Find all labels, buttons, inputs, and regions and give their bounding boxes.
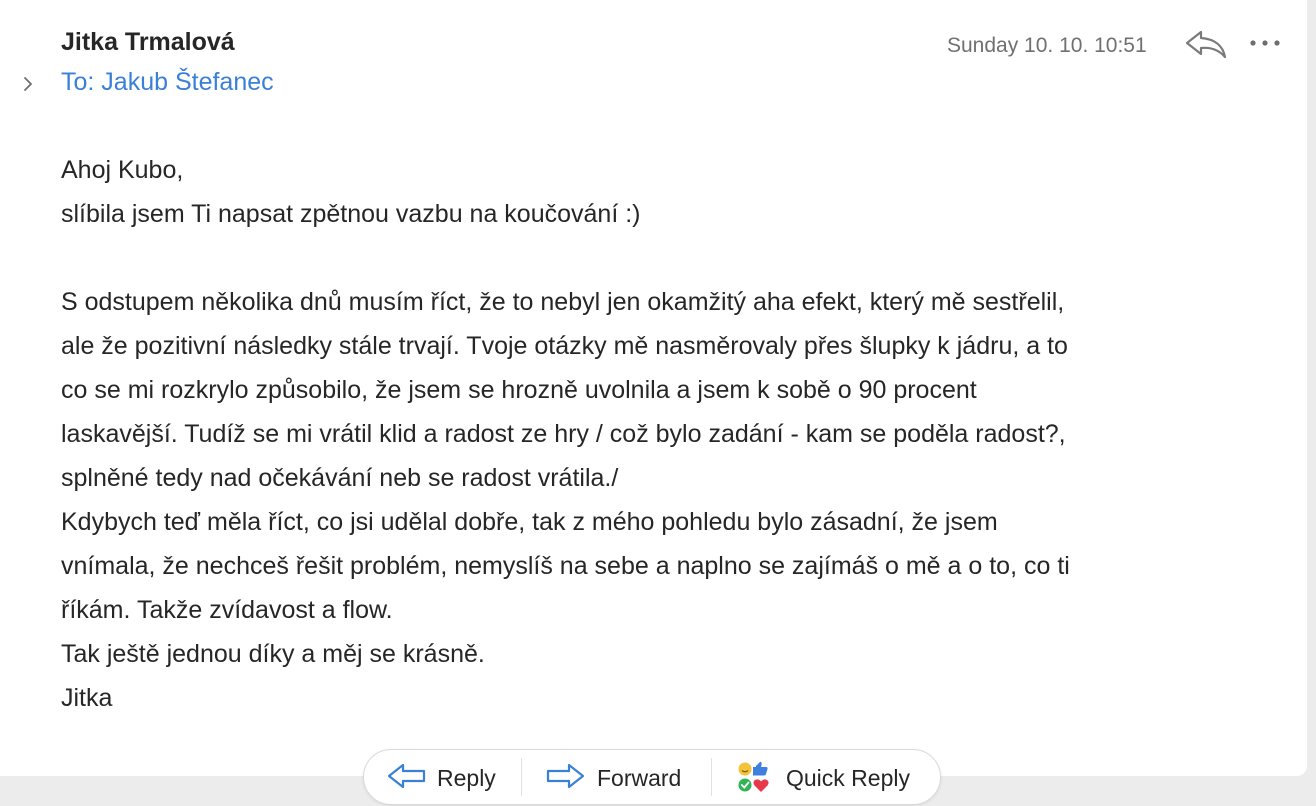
- chevron-right-icon[interactable]: [21, 74, 35, 94]
- body-blank-line: [61, 236, 1261, 280]
- body-line: vnímala, že nechceš řešit problém, nemys…: [61, 552, 1070, 580]
- body-line: říkám. Takže zvídavost a flow.: [61, 596, 393, 624]
- body-line: laskavější. Tudíž se mi vrátil klid a ra…: [61, 420, 1066, 448]
- quick-reply-label: Quick Reply: [786, 765, 910, 791]
- recipient-line[interactable]: To: Jakub Štefanec: [61, 68, 274, 97]
- emoji-reactions-icon: [738, 761, 769, 792]
- message-date: Sunday 10. 10. 10:51: [947, 34, 1147, 57]
- body-signature: Jitka: [61, 684, 113, 712]
- body-line: co se mi rozkrylo způsobilo, že jsem se …: [61, 376, 977, 404]
- body-line: ale že pozitivní následky stále trvají. …: [61, 332, 1068, 360]
- forward-arrow-icon: [546, 763, 585, 789]
- body-line: splněné tedy nad očekávání neb se radost…: [61, 464, 619, 492]
- message-body: Ahoj Kubo, slíbila jsem Ti napsat zpětno…: [61, 148, 1261, 720]
- quick-reply-button[interactable]: Quick Reply: [712, 750, 940, 804]
- ellipsis-icon[interactable]: [1245, 30, 1285, 56]
- body-line: Tak ještě jednou díky a měj se krásně.: [61, 640, 485, 668]
- reply-label: Reply: [437, 765, 496, 791]
- sender-name[interactable]: Jitka Trmalová: [61, 28, 235, 57]
- message-card: Jitka Trmalová To: Jakub Štefanec Sunday…: [0, 0, 1307, 776]
- body-greeting: Ahoj Kubo,: [61, 156, 184, 184]
- body-line: Kdybych teď měla říct, co jsi udělal dob…: [61, 508, 998, 536]
- body-intro: slíbila jsem Ti napsat zpětnou vazbu na …: [61, 200, 641, 228]
- body-line: S odstupem několika dnů musím říct, že t…: [61, 288, 1065, 316]
- message-action-bar: Reply Forward Quick Reply: [363, 749, 941, 805]
- reply-arrow-icon: [387, 763, 426, 789]
- forward-button[interactable]: Forward: [522, 750, 710, 804]
- reply-button[interactable]: Reply: [364, 750, 520, 804]
- reply-arrow-icon[interactable]: [1183, 27, 1229, 61]
- forward-label: Forward: [597, 765, 682, 791]
